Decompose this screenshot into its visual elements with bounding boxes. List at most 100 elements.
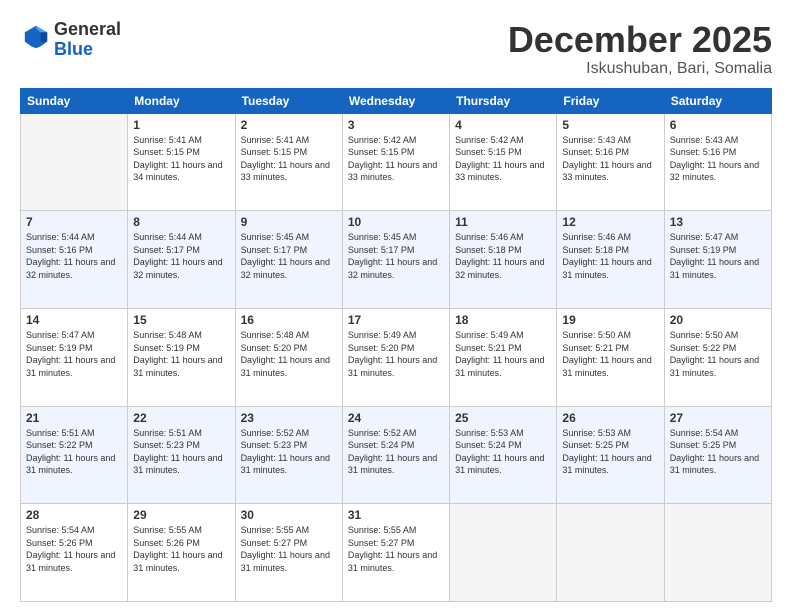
calendar-cell: 12 Sunrise: 5:46 AMSunset: 5:18 PMDayligh… (557, 211, 664, 309)
day-number: 15 (133, 313, 229, 327)
calendar-cell: 20 Sunrise: 5:50 AMSunset: 5:22 PMDayligh… (664, 308, 771, 406)
title-block: December 2025 Iskushuban, Bari, Somalia (508, 20, 772, 78)
calendar-cell (21, 113, 128, 211)
calendar-week-row: 7 Sunrise: 5:44 AMSunset: 5:16 PMDaylight… (21, 211, 772, 309)
day-number: 23 (241, 411, 337, 425)
day-info: Sunrise: 5:55 AMSunset: 5:26 PMDaylight:… (133, 524, 229, 574)
day-info: Sunrise: 5:48 AMSunset: 5:20 PMDaylight:… (241, 329, 337, 379)
day-number: 3 (348, 118, 444, 132)
calendar-cell: 29Sunrise: 5:55 AMSunset: 5:26 PMDayligh… (128, 504, 235, 602)
day-info: Sunrise: 5:50 AMSunset: 5:22 PMDaylight:… (670, 329, 766, 379)
day-number: 13 (670, 215, 766, 229)
day-number: 1 (133, 118, 229, 132)
day-info: Sunrise: 5:43 AMSunset: 5:16 PMDaylight:… (670, 134, 766, 184)
calendar-cell: 21 Sunrise: 5:51 AMSunset: 5:22 PMDayligh… (21, 406, 128, 504)
day-number: 31 (348, 508, 444, 522)
calendar-cell: 1Sunrise: 5:41 AMSunset: 5:15 PMDaylight… (128, 113, 235, 211)
weekday-header-thursday: Thursday (450, 88, 557, 113)
calendar-cell (664, 504, 771, 602)
calendar-cell: 31 Sunrise: 5:55 AMSunset: 5:27 PMDayligh… (342, 504, 449, 602)
day-info: Sunrise: 5:51 AMSunset: 5:22 PMDaylight:… (26, 427, 122, 477)
day-info: Sunrise: 5:46 AMSunset: 5:18 PMDaylight:… (562, 231, 658, 281)
day-info: Sunrise: 5:46 AMSunset: 5:18 PMDaylight:… (455, 231, 551, 281)
calendar-cell: 30 Sunrise: 5:55 AMSunset: 5:27 PMDayligh… (235, 504, 342, 602)
day-number: 22 (133, 411, 229, 425)
calendar-cell: 23 Sunrise: 5:52 AMSunset: 5:23 PMDayligh… (235, 406, 342, 504)
calendar-table: SundayMondayTuesdayWednesdayThursdayFrid… (20, 88, 772, 602)
day-info: Sunrise: 5:48 AMSunset: 5:19 PMDaylight:… (133, 329, 229, 379)
day-info: Sunrise: 5:54 AMSunset: 5:26 PMDaylight:… (26, 524, 122, 574)
day-number: 8 (133, 215, 229, 229)
day-info: Sunrise: 5:47 AMSunset: 5:19 PMDaylight:… (670, 231, 766, 281)
calendar-week-row: 28 Sunrise: 5:54 AMSunset: 5:26 PMDayligh… (21, 504, 772, 602)
day-number: 7 (26, 215, 122, 229)
day-number: 2 (241, 118, 337, 132)
calendar-cell: 10Sunrise: 5:45 AMSunset: 5:17 PMDayligh… (342, 211, 449, 309)
day-number: 30 (241, 508, 337, 522)
day-number: 26 (562, 411, 658, 425)
day-info: Sunrise: 5:53 AMSunset: 5:25 PMDaylight:… (562, 427, 658, 477)
weekday-header-sunday: Sunday (21, 88, 128, 113)
day-number: 5 (562, 118, 658, 132)
calendar-week-row: 21 Sunrise: 5:51 AMSunset: 5:22 PMDayligh… (21, 406, 772, 504)
day-number: 28 (26, 508, 122, 522)
logo-icon (22, 23, 50, 51)
day-info: Sunrise: 5:53 AMSunset: 5:24 PMDaylight:… (455, 427, 551, 477)
day-number: 4 (455, 118, 551, 132)
day-info: Sunrise: 5:45 AMSunset: 5:17 PMDaylight:… (241, 231, 337, 281)
day-number: 16 (241, 313, 337, 327)
day-number: 14 (26, 313, 122, 327)
day-number: 20 (670, 313, 766, 327)
calendar-cell: 22 Sunrise: 5:51 AMSunset: 5:23 PMDayligh… (128, 406, 235, 504)
day-info: Sunrise: 5:49 AMSunset: 5:21 PMDaylight:… (455, 329, 551, 379)
day-info: Sunrise: 5:51 AMSunset: 5:23 PMDaylight:… (133, 427, 229, 477)
day-info: Sunrise: 5:50 AMSunset: 5:21 PMDaylight:… (562, 329, 658, 379)
month-title: December 2025 (508, 20, 772, 60)
calendar-cell: 15 Sunrise: 5:48 AMSunset: 5:19 PMDayligh… (128, 308, 235, 406)
day-info: Sunrise: 5:41 AMSunset: 5:15 PMDaylight:… (241, 134, 337, 184)
day-number: 12 (562, 215, 658, 229)
day-info: Sunrise: 5:52 AMSunset: 5:23 PMDaylight:… (241, 427, 337, 477)
day-info: Sunrise: 5:43 AMSunset: 5:16 PMDaylight:… (562, 134, 658, 184)
weekday-header-wednesday: Wednesday (342, 88, 449, 113)
day-info: Sunrise: 5:44 AMSunset: 5:16 PMDaylight:… (26, 231, 122, 281)
logo-general-text: General (54, 19, 121, 39)
calendar-cell: 16 Sunrise: 5:48 AMSunset: 5:20 PMDayligh… (235, 308, 342, 406)
day-number: 19 (562, 313, 658, 327)
calendar-cell: 25 Sunrise: 5:53 AMSunset: 5:24 PMDayligh… (450, 406, 557, 504)
day-info: Sunrise: 5:49 AMSunset: 5:20 PMDaylight:… (348, 329, 444, 379)
calendar-cell: 3 Sunrise: 5:42 AMSunset: 5:15 PMDaylight… (342, 113, 449, 211)
day-number: 25 (455, 411, 551, 425)
day-number: 27 (670, 411, 766, 425)
calendar-week-row: 1 Sunrise: 5:41 AMSunset: 5:15 PMDaylight… (21, 113, 772, 211)
calendar-cell: 9 Sunrise: 5:45 AMSunset: 5:17 PMDaylight… (235, 211, 342, 309)
header: General Blue December 2025 Iskushuban, B… (20, 20, 772, 78)
day-info: Sunrise: 5:52 AMSunset: 5:24 PMDaylight:… (348, 427, 444, 477)
calendar-cell: 4Sunrise: 5:42 AMSunset: 5:15 PMDaylight… (450, 113, 557, 211)
calendar-cell: 5 Sunrise: 5:43 AMSunset: 5:16 PMDaylight… (557, 113, 664, 211)
logo: General Blue (20, 20, 121, 60)
day-number: 6 (670, 118, 766, 132)
calendar-cell: 27 Sunrise: 5:54 AMSunset: 5:25 PMDayligh… (664, 406, 771, 504)
day-number: 21 (26, 411, 122, 425)
calendar-cell: 28 Sunrise: 5:54 AMSunset: 5:26 PMDayligh… (21, 504, 128, 602)
day-info: Sunrise: 5:55 AMSunset: 5:27 PMDaylight:… (241, 524, 337, 574)
weekday-header-saturday: Saturday (664, 88, 771, 113)
day-info: Sunrise: 5:54 AMSunset: 5:25 PMDaylight:… (670, 427, 766, 477)
logo-blue-text: Blue (54, 39, 93, 59)
calendar-cell: 24Sunrise: 5:52 AMSunset: 5:24 PMDayligh… (342, 406, 449, 504)
day-info: Sunrise: 5:42 AMSunset: 5:15 PMDaylight:… (348, 134, 444, 184)
day-info: Sunrise: 5:47 AMSunset: 5:19 PMDaylight:… (26, 329, 122, 379)
calendar-cell: 14 Sunrise: 5:47 AMSunset: 5:19 PMDayligh… (21, 308, 128, 406)
calendar-cell: 7 Sunrise: 5:44 AMSunset: 5:16 PMDaylight… (21, 211, 128, 309)
calendar-cell: 6 Sunrise: 5:43 AMSunset: 5:16 PMDaylight… (664, 113, 771, 211)
calendar-cell (557, 504, 664, 602)
day-info: Sunrise: 5:45 AMSunset: 5:17 PMDaylight:… (348, 231, 444, 281)
day-info: Sunrise: 5:55 AMSunset: 5:27 PMDaylight:… (348, 524, 444, 574)
calendar-cell: 13 Sunrise: 5:47 AMSunset: 5:19 PMDayligh… (664, 211, 771, 309)
weekday-header-monday: Monday (128, 88, 235, 113)
weekday-header-tuesday: Tuesday (235, 88, 342, 113)
location-subtitle: Iskushuban, Bari, Somalia (508, 60, 772, 78)
calendar-cell: 18Sunrise: 5:49 AMSunset: 5:21 PMDayligh… (450, 308, 557, 406)
day-number: 9 (241, 215, 337, 229)
